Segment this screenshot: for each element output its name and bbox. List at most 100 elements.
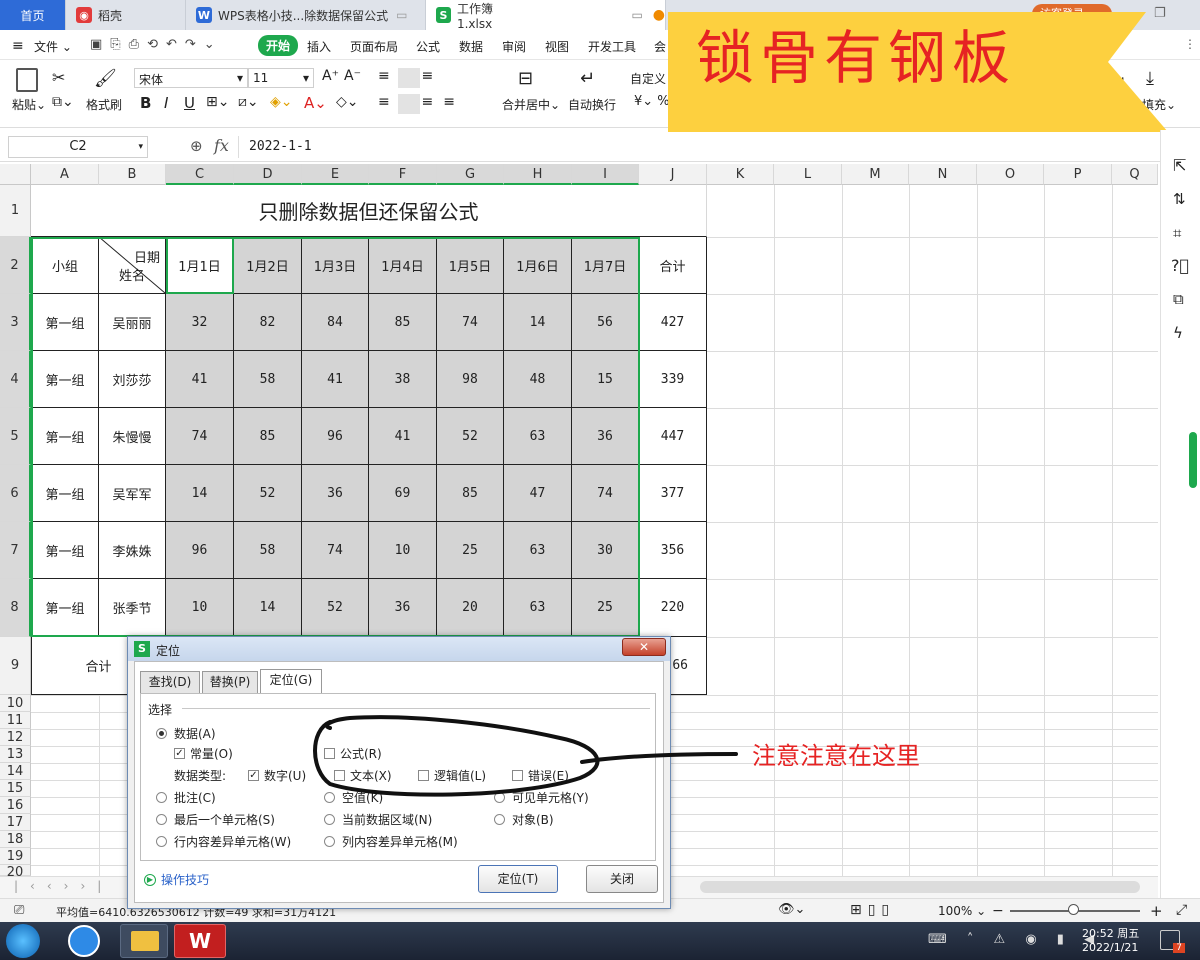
- menu-home[interactable]: 开始: [258, 35, 299, 56]
- fx-icon[interactable]: fx: [214, 136, 229, 155]
- col-header-q[interactable]: Q: [1112, 164, 1158, 185]
- currency-icon[interactable]: ¥⌄ %: [634, 94, 670, 109]
- tab-workbook[interactable]: S 工作簿1.xlsx ▭ ●: [426, 0, 666, 31]
- name-cell[interactable]: 朱慢慢: [99, 408, 166, 465]
- row-header-19[interactable]: 19: [0, 848, 31, 865]
- close-button[interactable]: 关闭: [586, 865, 658, 893]
- total-cell[interactable]: 427: [639, 294, 707, 351]
- name-cell[interactable]: 李姝姝: [99, 522, 166, 579]
- copy-icon[interactable]: ⧉⌄: [52, 94, 74, 110]
- col-header-h[interactable]: H: [504, 164, 572, 185]
- row-header-3[interactable]: 3: [0, 294, 31, 351]
- group-cell[interactable]: 第一组: [31, 465, 99, 522]
- value-cell[interactable]: 52: [302, 579, 369, 637]
- font-name-select[interactable]: 宋体 ▾: [134, 68, 248, 88]
- formula-input[interactable]: 2022-1-1: [238, 136, 668, 158]
- quick-access-icons[interactable]: ▣⎘⎙⟲↶↷⌄: [90, 37, 223, 52]
- tab-find[interactable]: 查找(D): [140, 671, 200, 693]
- eye-protect-icon[interactable]: 👁⌄: [778, 902, 805, 917]
- zoom-slider-thumb[interactable]: [1068, 904, 1079, 915]
- halign-icons[interactable]: ≡≡≡≡: [378, 94, 465, 110]
- radio-comments[interactable]: 批注(C): [156, 789, 216, 806]
- adjust-icon[interactable]: ⇅: [1173, 190, 1186, 208]
- macro-icon[interactable]: ⎚: [14, 903, 24, 918]
- header-total[interactable]: 合计: [639, 237, 707, 294]
- radio-row-diff[interactable]: 行内容差异单元格(W): [156, 833, 291, 850]
- radio-current-region[interactable]: 当前数据区域(N): [324, 811, 432, 828]
- zoom-out-icon[interactable]: −: [992, 903, 1004, 919]
- menu-formula[interactable]: 公式: [416, 38, 440, 55]
- row-header-20[interactable]: 20: [0, 865, 31, 876]
- header-date-cell[interactable]: 1月7日: [572, 237, 639, 294]
- wrap-icon[interactable]: ↵: [580, 68, 595, 89]
- tab-article[interactable]: W WPS表格小技...除数据保留公式 ▭: [186, 0, 426, 30]
- row-header-11[interactable]: 11: [0, 712, 31, 729]
- underline-icon[interactable]: U: [184, 94, 195, 112]
- group-cell[interactable]: 第一组: [31, 522, 99, 579]
- format-painter-icon[interactable]: 🖌: [94, 68, 117, 89]
- total-cell[interactable]: 356: [639, 522, 707, 579]
- col-header-j[interactable]: J: [639, 164, 707, 185]
- tips-link[interactable]: ▶ 操作技巧: [144, 871, 209, 888]
- select-all-corner[interactable]: [0, 164, 31, 185]
- group-cell[interactable]: 第一组: [31, 294, 99, 351]
- row-header-14[interactable]: 14: [0, 763, 31, 780]
- value-cell[interactable]: 25: [437, 522, 504, 579]
- col-header-p[interactable]: P: [1044, 164, 1112, 185]
- wrap-button[interactable]: 自动换行: [568, 96, 616, 113]
- dialog-close-icon[interactable]: ✕: [622, 638, 666, 656]
- col-header-k[interactable]: K: [707, 164, 774, 185]
- value-cell[interactable]: 20: [437, 579, 504, 637]
- total-cell[interactable]: 339: [639, 351, 707, 408]
- tab-close-icon[interactable]: ▭: [396, 8, 407, 22]
- more-icon[interactable]: ⋮: [1184, 37, 1196, 51]
- value-cell[interactable]: 85: [437, 465, 504, 522]
- tab-replace[interactable]: 替换(P): [202, 671, 258, 693]
- merge-icon[interactable]: ⊟: [518, 68, 533, 89]
- row-header-15[interactable]: 15: [0, 780, 31, 797]
- value-cell[interactable]: 36: [369, 579, 437, 637]
- value-cell[interactable]: 85: [234, 408, 302, 465]
- header-date-cell[interactable]: 1月2日: [234, 237, 302, 294]
- vertical-scroll-thumb[interactable]: [1189, 432, 1197, 488]
- total-cell[interactable]: 447: [639, 408, 707, 465]
- name-cell[interactable]: 刘莎莎: [99, 351, 166, 408]
- value-cell[interactable]: 10: [166, 579, 234, 637]
- value-cell[interactable]: 36: [302, 465, 369, 522]
- value-cell[interactable]: 32: [166, 294, 234, 351]
- value-cell[interactable]: 41: [369, 408, 437, 465]
- italic-icon[interactable]: I: [164, 94, 168, 112]
- row-header-9[interactable]: 9: [0, 637, 31, 695]
- zoom-level[interactable]: 100% ⌄: [938, 904, 986, 918]
- col-header-f[interactable]: F: [369, 164, 437, 185]
- value-cell[interactable]: 38: [369, 351, 437, 408]
- row-header-10[interactable]: 10: [0, 695, 31, 712]
- backup-icon[interactable]: ⧉: [1173, 290, 1184, 308]
- row-header-1[interactable]: 1: [0, 185, 31, 237]
- crop-icon[interactable]: ⌗: [1173, 224, 1181, 242]
- col-header-g[interactable]: G: [437, 164, 504, 185]
- value-cell[interactable]: 41: [302, 351, 369, 408]
- fullscreen-icon[interactable]: ⤢: [1176, 902, 1187, 918]
- row-header-17[interactable]: 17: [0, 814, 31, 831]
- menu-view[interactable]: 视图: [545, 38, 569, 55]
- name-cell[interactable]: 张季节: [99, 579, 166, 637]
- value-cell[interactable]: 74: [166, 408, 234, 465]
- taskbar-browser-icon[interactable]: [68, 925, 100, 957]
- value-cell[interactable]: 58: [234, 522, 302, 579]
- tray-icons[interactable]: ⌨ ˄ ⚠ ◉ ▮ ◀: [928, 932, 1102, 947]
- header-diagonal[interactable]: 日期 姓名: [99, 237, 166, 294]
- number-format-select[interactable]: 自定义: [630, 70, 666, 87]
- value-cell[interactable]: 15: [572, 351, 639, 408]
- sheet-title[interactable]: 只删除数据但还保留公式: [31, 185, 707, 237]
- group-cell[interactable]: 第一组: [31, 408, 99, 465]
- checkbox-number[interactable]: ✓ 数字(U): [248, 767, 306, 784]
- value-cell[interactable]: 14: [504, 294, 572, 351]
- checkbox-constant[interactable]: ✓ 常量(O): [174, 745, 233, 762]
- group-cell[interactable]: 第一组: [31, 579, 99, 637]
- value-cell[interactable]: 74: [437, 294, 504, 351]
- taskbar-explorer[interactable]: [120, 924, 168, 958]
- header-group[interactable]: 小组: [31, 237, 99, 294]
- paste-icon[interactable]: [16, 68, 38, 92]
- group-cell[interactable]: 第一组: [31, 351, 99, 408]
